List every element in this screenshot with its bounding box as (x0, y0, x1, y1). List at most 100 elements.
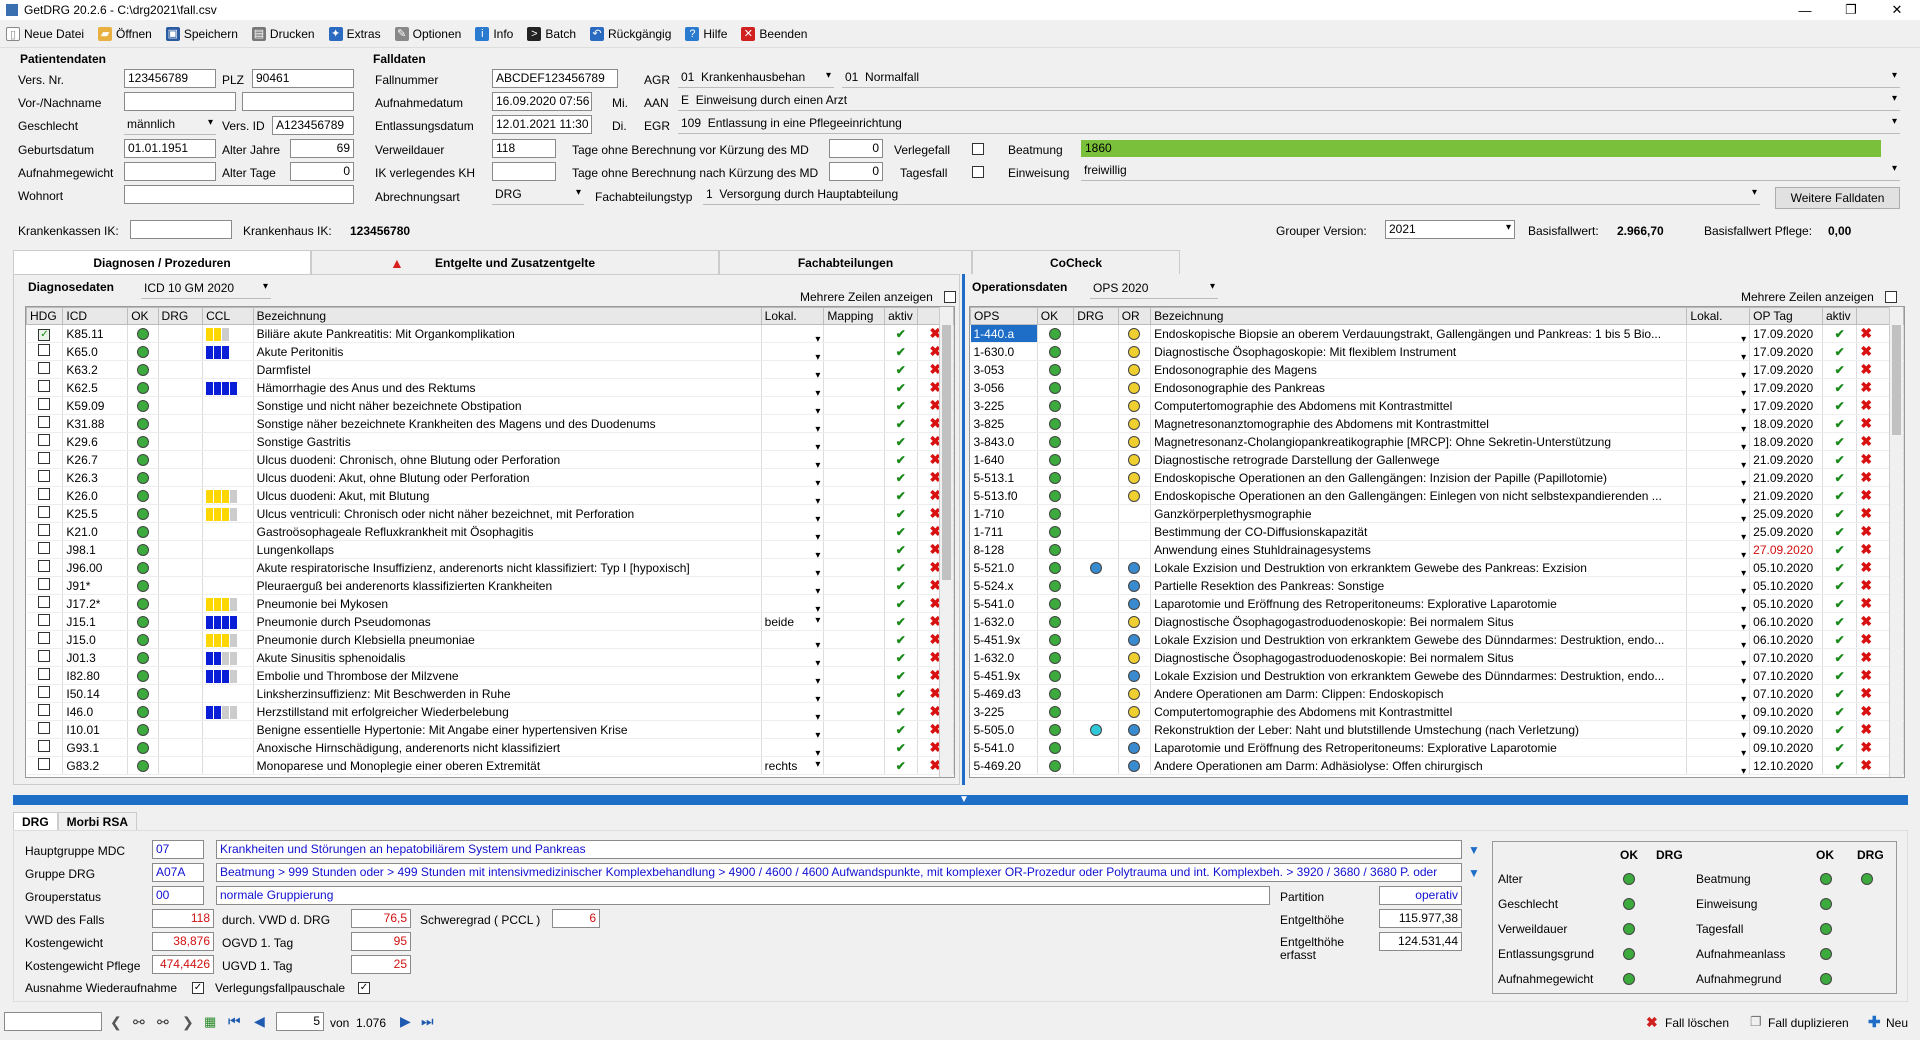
ik-input[interactable] (492, 162, 556, 181)
lokal-cell[interactable]: rechts ▾ (761, 756, 825, 775)
ops-cell[interactable]: 5-469.20 (970, 756, 1038, 775)
chevron-down-icon[interactable]: ▾ (815, 442, 820, 450)
agr2-select[interactable]: 01 Normalfall (842, 69, 1900, 88)
icd-cell[interactable]: J01.3 (62, 648, 129, 667)
bezeichnung-cell[interactable]: Hämorrhagie des Anus und des Rektums (253, 378, 762, 397)
hdg-cell[interactable] (26, 522, 64, 541)
aktiv-cell[interactable]: ✔ (884, 594, 918, 613)
table-row[interactable]: K26.0 Ulcus duodeni: Akut, mit Blutung ▾ ✔ ✖ (26, 486, 954, 505)
ops-header-4[interactable]: Bezeichnung (1150, 307, 1688, 325)
table-row[interactable]: J91* Pleuraerguß bei anderenorts klassifi… (26, 576, 954, 595)
mapping-cell[interactable] (823, 504, 886, 523)
hdg-checkbox[interactable] (38, 452, 51, 464)
chevron-down-icon[interactable]: ▾ (815, 424, 820, 432)
hdg-cell[interactable] (26, 342, 64, 361)
ausnahme-checkbox[interactable]: ✓ (192, 982, 204, 994)
aktiv-cell[interactable]: ✔ (1822, 684, 1858, 703)
hdg-cell[interactable] (26, 468, 64, 487)
verweildauer-input[interactable]: 118 (492, 139, 556, 158)
active-check-icon[interactable]: ✔ (1835, 723, 1845, 737)
ops-cell[interactable]: 1-632.0 (970, 612, 1038, 631)
hdg-checkbox[interactable] (38, 524, 51, 536)
ops-cell[interactable]: 3-225 (970, 396, 1038, 415)
hdg-cell[interactable] (26, 486, 64, 505)
hdg-checkbox[interactable] (38, 344, 51, 356)
lokal-cell[interactable]: ▾ (761, 414, 825, 433)
delete-row-icon[interactable]: ✖ (1860, 487, 1872, 503)
lokal-cell[interactable]: ▾ (761, 432, 825, 451)
bezeichnung-cell[interactable]: Akute respiratorische Insuffizienz, ande… (253, 558, 762, 577)
chevron-down-icon[interactable]: ▾ (815, 586, 820, 594)
hdg-cell[interactable] (26, 702, 64, 721)
aktiv-cell[interactable]: ✔ (884, 702, 918, 721)
table-row[interactable]: 3-053 Endosonographie des Magens ▾ 17.09.20… (970, 360, 1904, 379)
lokal-cell[interactable]: ▾ (1686, 612, 1751, 631)
hdg-checkbox[interactable] (38, 686, 51, 698)
aktiv-cell[interactable]: ✔ (1822, 378, 1858, 397)
icd-cell[interactable]: G83.2 (62, 756, 129, 775)
geschlecht-select[interactable]: männlich (124, 116, 216, 135)
active-check-icon[interactable]: ✔ (1835, 759, 1845, 773)
chevron-down-icon[interactable]: ▾ (815, 352, 820, 360)
bezeichnung-cell[interactable]: Ulcus duodeni: Akut, mit Blutung (253, 486, 762, 505)
active-check-icon[interactable]: ✔ (896, 381, 906, 395)
bezeichnung-cell[interactable]: Pneumonie bei Mykosen (253, 594, 762, 613)
bezeichnung-cell[interactable]: Linksherzinsuffizienz: Mit Beschwerden i… (253, 684, 762, 703)
icd-cell[interactable]: K85.11 (62, 324, 129, 343)
ops-cell[interactable]: 5-469.d3 (970, 684, 1038, 703)
diag-header-4[interactable]: CCL (202, 307, 254, 325)
icd-cell[interactable]: J15.1 (62, 612, 129, 631)
chevron-down-icon[interactable]: ▾ (815, 370, 820, 378)
chevron-down-icon[interactable]: ▾ (1741, 712, 1746, 720)
wohnort-input[interactable] (124, 185, 354, 204)
aktiv-cell[interactable]: ✔ (884, 342, 918, 361)
ops-cell[interactable]: 5-541.0 (970, 594, 1038, 613)
icd-cell[interactable]: J15.0 (62, 630, 129, 649)
chevron-down-icon[interactable]: ▾ (1741, 496, 1746, 504)
table-row[interactable]: G83.2 Monoparese und Monoplegie einer obe… (26, 756, 954, 775)
lokal-cell[interactable]: ▾ (1686, 648, 1751, 667)
table-row[interactable]: 3-056 Endosonographie des Pankreas ▾ 17.09.… (970, 378, 1904, 397)
aktiv-cell[interactable]: ✔ (1822, 738, 1858, 757)
mapping-cell[interactable] (823, 576, 886, 595)
chevron-down-icon[interactable]: ▾ (1741, 640, 1746, 648)
toolbar-info-button[interactable]: i Info (475, 26, 513, 41)
delete-row-icon[interactable]: ✖ (1860, 451, 1872, 467)
mapping-cell[interactable] (823, 756, 886, 775)
hdg-checkbox[interactable] (38, 578, 51, 590)
chevron-down-icon[interactable]: ▾ (815, 406, 820, 414)
delete-row-icon[interactable]: ✖ (1860, 469, 1872, 485)
aktiv-cell[interactable]: ✔ (884, 486, 918, 505)
splitter-bar[interactable]: ▼ (13, 795, 1908, 805)
icd-cell[interactable]: K63.2 (62, 360, 129, 379)
lokal-cell[interactable]: ▾ (761, 558, 825, 577)
aktiv-cell[interactable]: ✔ (884, 738, 918, 757)
icd-cell[interactable]: K62.5 (62, 378, 129, 397)
delete-row-icon[interactable]: ✖ (1860, 757, 1872, 773)
icd-cell[interactable]: I82.80 (62, 666, 129, 685)
active-check-icon[interactable]: ✔ (1835, 543, 1845, 557)
op-date-cell[interactable]: 09.10.2020 (1749, 720, 1823, 739)
bezeichnung-cell[interactable]: Pleuraerguß bei anderenorts klassifizier… (253, 576, 762, 595)
hdg-cell[interactable] (26, 576, 64, 595)
mapping-cell[interactable] (823, 666, 886, 685)
active-check-icon[interactable]: ✔ (896, 615, 906, 629)
chevron-down-icon[interactable]: ▾ (1741, 388, 1746, 396)
hdg-cell[interactable] (26, 504, 64, 523)
tab-entgelte[interactable]: ▲ Entgelte und Zusatzentgelte (311, 250, 719, 274)
aktiv-cell[interactable]: ✔ (884, 576, 918, 595)
lokal-cell[interactable]: ▾ (1686, 630, 1751, 649)
table-row[interactable]: 5-451.9x Lokale Exzision und Destruktion … (970, 666, 1904, 685)
table-row[interactable]: K26.3 Ulcus duodeni: Akut, ohne Blutung o… (26, 468, 954, 487)
op-date-cell[interactable]: 05.10.2020 (1749, 558, 1823, 577)
op-date-cell[interactable]: 21.09.2020 (1749, 486, 1823, 505)
delete-row-icon[interactable]: ✖ (1860, 721, 1872, 737)
active-check-icon[interactable]: ✔ (896, 471, 906, 485)
hdg-checkbox[interactable] (38, 488, 51, 500)
table-row[interactable]: 5-521.0 Lokale Exzision und Destruktion v… (970, 558, 1904, 577)
chevron-down-icon[interactable]: ▾ (1741, 766, 1746, 774)
toolbar-new-file-button[interactable]: ▯ Neue Datei (6, 26, 84, 41)
toolbar-exit-button[interactable]: ✕ Beenden (741, 26, 807, 41)
table-row[interactable]: I82.80 Embolie und Thrombose der Milzvene… (26, 666, 954, 685)
aktiv-cell[interactable]: ✔ (1822, 360, 1858, 379)
